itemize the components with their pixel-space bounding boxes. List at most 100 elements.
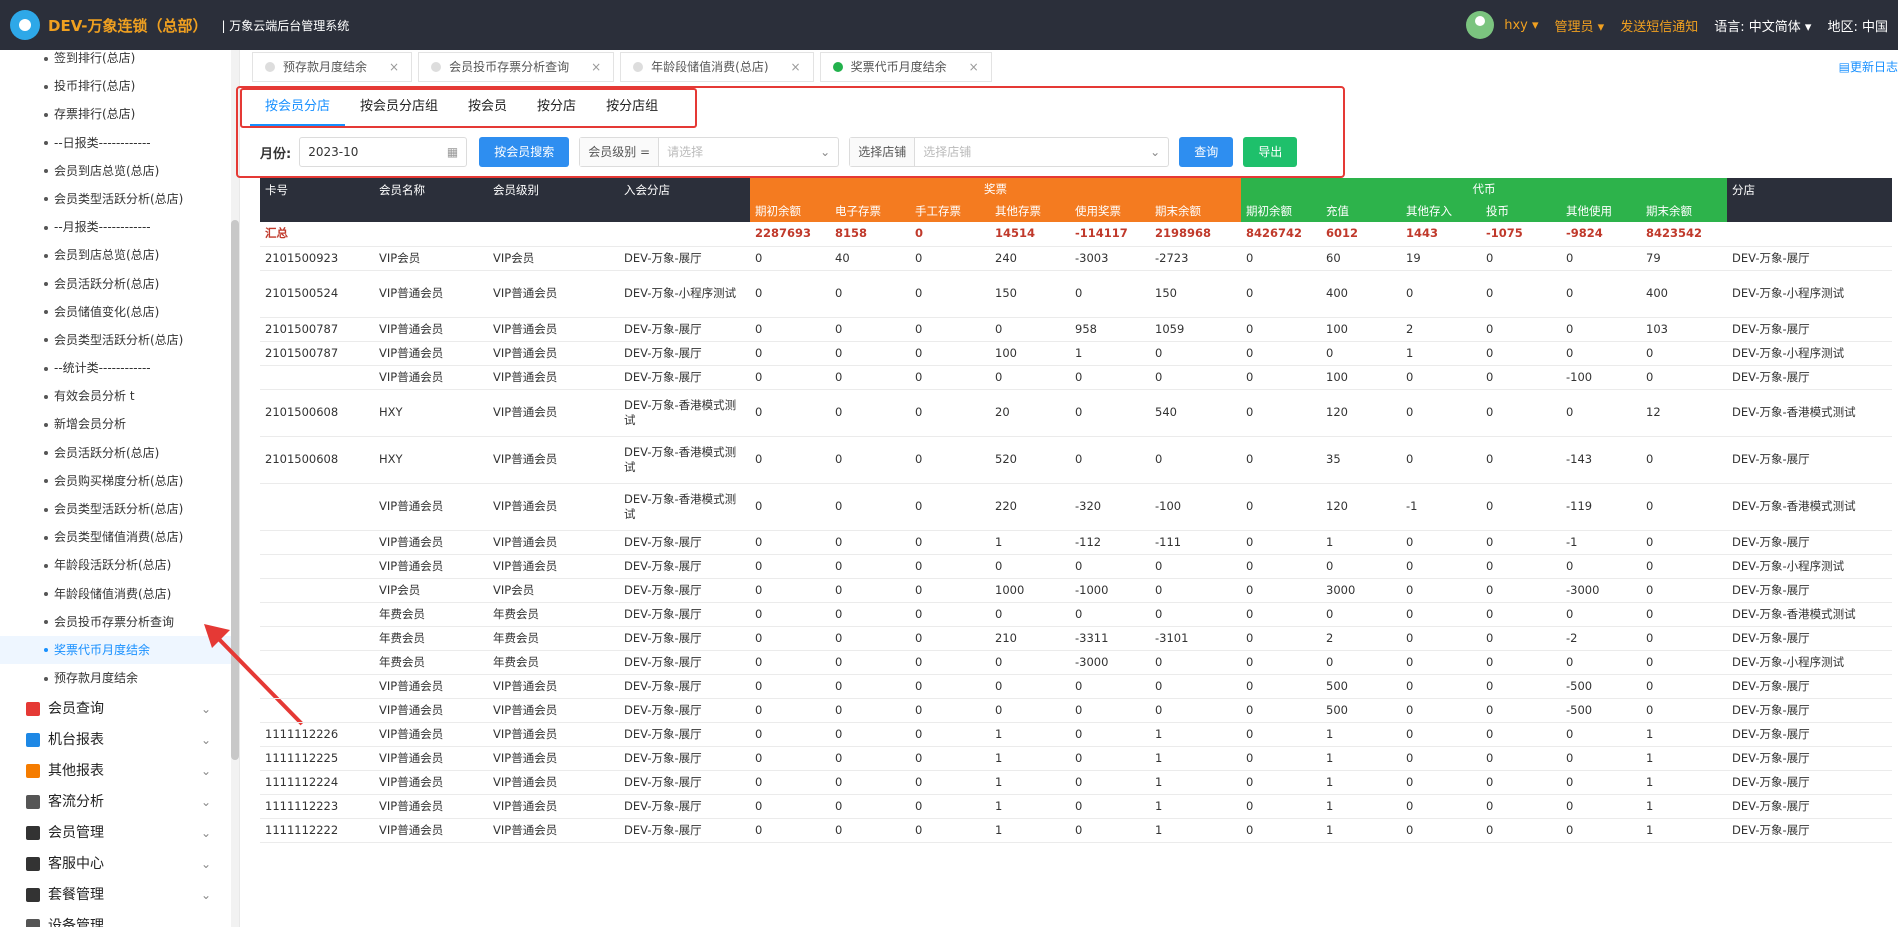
table-cell: VIP普通会员 <box>488 818 619 843</box>
tab-status-icon <box>633 62 644 72</box>
col-card: 卡号 <box>260 178 374 222</box>
sidebar-subitem-label: 会员活跃分析(总店) <box>54 276 160 291</box>
sidebar-menu-item[interactable]: 会员管理 ⌄ <box>0 818 239 849</box>
close-icon[interactable]: × <box>969 53 979 81</box>
language-switch[interactable]: 语言: 中文简体 <box>1714 16 1811 35</box>
tab-status-icon <box>431 62 442 72</box>
table-cell: 0 <box>910 365 990 390</box>
sidebar-subitem[interactable]: 会员到店总览(总店) <box>0 241 239 269</box>
table-cell: VIP普通会员 <box>488 483 619 531</box>
sidebar-subitem[interactable]: 会员类型活跃分析(总店) <box>0 495 239 523</box>
table-cell: VIP普通会员 <box>488 365 619 390</box>
sidebar-subitem[interactable]: 有效会员分析 t <box>0 382 239 410</box>
sidebar-subitem[interactable]: 会员类型储值消费(总店) <box>0 523 239 551</box>
table-cell: 0 <box>1401 818 1481 843</box>
table-cell: 1 <box>1150 746 1241 771</box>
sms-link[interactable]: 发送短信通知 <box>1620 16 1698 35</box>
table-cell: 0 <box>1241 818 1321 843</box>
user-menu[interactable]: hxy <box>1466 11 1539 39</box>
table-cell: 400 <box>1641 270 1727 318</box>
table-row: 1111112223 VIP普通会员 VIP普通会员 DEV-万象-展厅 0 0 0 1 0 1 0… <box>260 794 1892 819</box>
table-cell: 0 <box>1481 246 1561 271</box>
sidebar-subitem[interactable]: 年龄段储值消费(总店) <box>0 580 239 608</box>
sidebar-scrollbar[interactable] <box>231 50 239 927</box>
role-menu[interactable]: 管理员 <box>1555 16 1605 35</box>
bullet-icon <box>44 507 48 512</box>
table-cell: DEV-万象-展厅 <box>1727 317 1892 342</box>
sidebar-menu-item[interactable]: 其他报表 ⌄ <box>0 756 239 787</box>
bullet-icon <box>44 535 48 540</box>
table-cell: VIP会员 <box>374 246 488 271</box>
sidebar-subitem[interactable]: 会员购买梯度分析(总店) <box>0 467 239 495</box>
table-cell: VIP普通会员 <box>488 770 619 795</box>
table-cell: 0 <box>1481 483 1561 531</box>
table-cell: 0 <box>1481 818 1561 843</box>
sidebar-subitem[interactable]: 签到排行(总店) <box>0 50 239 72</box>
table-cell <box>260 554 374 579</box>
page-tab[interactable]: 年龄段储值消费(总店) × <box>620 52 814 82</box>
sidebar-subitem[interactable]: 会员到店总览(总店) <box>0 157 239 185</box>
table-cell: 0 <box>1070 270 1150 318</box>
close-icon[interactable]: × <box>591 53 601 81</box>
bullet-icon <box>44 422 48 427</box>
table-cell: 1 <box>1321 794 1401 819</box>
table-cell: VIP普通会员 <box>374 270 488 318</box>
sidebar-subitem[interactable]: 会员活跃分析(总店) <box>0 439 239 467</box>
table-cell: 0 <box>830 746 910 771</box>
table-cell <box>1727 222 1892 247</box>
sidebar-menu-item[interactable]: 套餐管理 ⌄ <box>0 880 239 911</box>
menu-icon <box>26 795 40 810</box>
table-cell: 0 <box>1561 722 1641 747</box>
table-cell: 0 <box>1150 698 1241 723</box>
sidebar-subitem[interactable]: 存票排行(总店) <box>0 100 239 128</box>
region-switch[interactable]: 地区: 中国 <box>1827 16 1888 35</box>
table-cell: 0 <box>1401 746 1481 771</box>
table-cell: 1 <box>990 770 1070 795</box>
sidebar-subitem-label: 会员投币存票分析查询 <box>54 614 175 629</box>
table-cell: 0 <box>1241 770 1321 795</box>
close-icon[interactable]: × <box>791 53 801 81</box>
sidebar-menu-item[interactable]: 客服中心 ⌄ <box>0 849 239 880</box>
table-cell: 0 <box>750 650 830 675</box>
document-icon: ▤ <box>1838 60 1850 74</box>
table-cell: 0 <box>750 746 830 771</box>
table-cell: 0 <box>1241 698 1321 723</box>
table-row: 年费会员 年费会员 DEV-万象-展厅 0 0 0 210 -3311 -3101 0 2 0 0 -2 0… <box>260 626 1892 651</box>
sidebar-subitem[interactable]: 会员活跃分析(总店) <box>0 270 239 298</box>
table-cell: 0 <box>830 270 910 318</box>
bullet-icon <box>44 197 48 202</box>
sidebar-subitem[interactable]: 年龄段活跃分析(总店) <box>0 551 239 579</box>
table-cell <box>374 222 488 247</box>
sidebar-menu-item[interactable]: 设备管理 ⌄ <box>0 911 239 927</box>
table-cell: -3101 <box>1150 626 1241 651</box>
table-cell: 0 <box>1070 794 1150 819</box>
table-cell: 2 <box>1401 317 1481 342</box>
table-cell: 40 <box>830 246 910 271</box>
close-icon[interactable]: × <box>389 53 399 81</box>
page-tab[interactable]: 会员投币存票分析查询 × <box>418 52 615 82</box>
table-row: 2101500923 VIP会员 VIP会员 DEV-万象-展厅 0 40 0 240 -300… <box>260 246 1892 271</box>
table-cell: 0 <box>1481 530 1561 555</box>
page-tab[interactable]: 预存款月度结余 × <box>252 52 413 82</box>
group-ticket: 奖票 <box>750 178 1241 200</box>
table-cell: 1111112223 <box>260 794 374 819</box>
bullet-icon <box>44 253 48 258</box>
sidebar-subitem[interactable]: 会员储值变化(总店) <box>0 298 239 326</box>
table-cell: DEV-万象-展厅 <box>619 698 750 723</box>
sidebar-menu-item[interactable]: 客流分析 ⌄ <box>0 787 239 818</box>
page-tab[interactable]: 奖票代币月度结余 × <box>819 52 992 82</box>
table-cell: 1 <box>1150 770 1241 795</box>
table-cell: HXY <box>374 389 488 437</box>
table-cell: 0 <box>1481 365 1561 390</box>
sidebar-subitem[interactable]: 会员类型活跃分析(总店) <box>0 326 239 354</box>
table-cell <box>260 365 374 390</box>
sidebar-subitem[interactable]: 新增会员分析 <box>0 410 239 438</box>
col-coin: 其他使用 <box>1561 200 1641 222</box>
update-log-link[interactable]: ▤更新日志 <box>1839 58 1898 75</box>
sidebar-subitem[interactable]: 会员类型活跃分析(总店) <box>0 185 239 213</box>
table-cell: 0 <box>1641 554 1727 579</box>
sidebar-subitem[interactable]: 投币排行(总店) <box>0 72 239 100</box>
table-cell: 0 <box>750 436 830 484</box>
table-cell: 2101500608 <box>260 436 374 484</box>
sidebar-subitem-label: 预存款月度结余 <box>54 671 139 686</box>
